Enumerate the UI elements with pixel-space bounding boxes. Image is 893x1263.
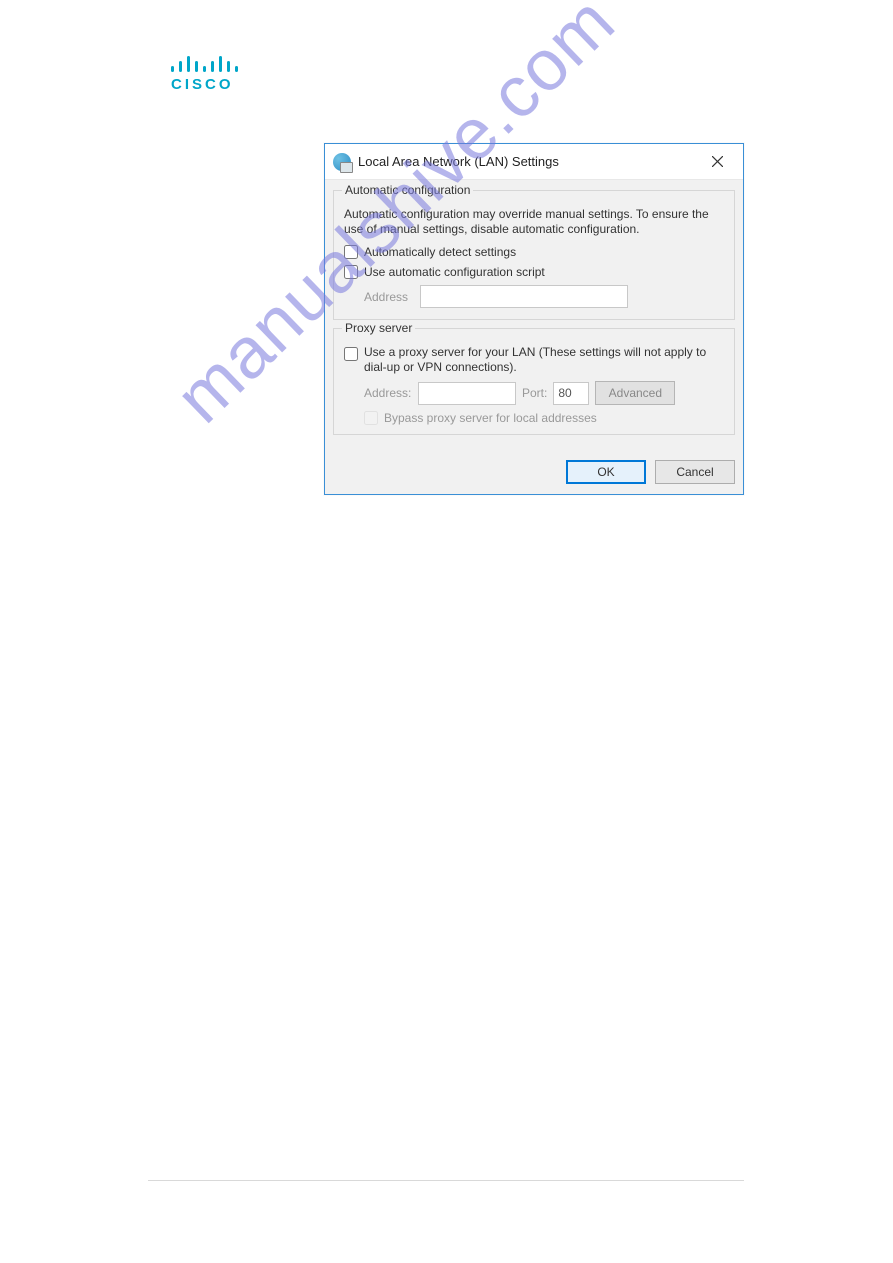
proxy-address-label: Address:	[364, 386, 412, 400]
dialog-button-bar: OK Cancel	[325, 451, 743, 494]
automatic-configuration-group: Automatic configuration Automatic config…	[333, 190, 735, 320]
proxy-port-input[interactable]	[553, 382, 589, 405]
script-address-input[interactable]	[420, 285, 628, 308]
bypass-local-checkbox[interactable]	[364, 411, 378, 425]
cisco-logo: CISCO	[171, 56, 238, 93]
close-button[interactable]	[697, 148, 737, 176]
ok-button[interactable]: OK	[566, 460, 646, 484]
footer-divider	[148, 1180, 744, 1181]
proxy-legend: Proxy server	[342, 321, 415, 335]
advanced-button[interactable]: Advanced	[595, 381, 675, 405]
script-address-label: Address	[364, 290, 412, 304]
use-proxy-label[interactable]: Use a proxy server for your LAN (These s…	[364, 345, 724, 375]
proxy-server-group: Proxy server Use a proxy server for your…	[333, 328, 735, 435]
proxy-port-label: Port:	[522, 386, 547, 400]
autoconfig-description: Automatic configuration may override man…	[344, 207, 724, 237]
autoconfig-legend: Automatic configuration	[342, 183, 473, 197]
use-proxy-checkbox[interactable]	[344, 347, 358, 361]
proxy-address-input[interactable]	[418, 382, 516, 405]
use-script-checkbox[interactable]	[344, 265, 358, 279]
cancel-button[interactable]: Cancel	[655, 460, 735, 484]
close-icon	[712, 156, 723, 167]
lan-settings-dialog: Local Area Network (LAN) Settings Automa…	[324, 143, 744, 495]
cisco-brand: CISCO	[171, 76, 238, 93]
globe-settings-icon	[333, 153, 351, 171]
bypass-local-label: Bypass proxy server for local addresses	[384, 411, 597, 425]
cisco-bars-icon	[171, 56, 238, 72]
use-script-label[interactable]: Use automatic configuration script	[364, 265, 545, 279]
dialog-title: Local Area Network (LAN) Settings	[358, 154, 559, 169]
dialog-titlebar: Local Area Network (LAN) Settings	[325, 144, 743, 180]
auto-detect-label[interactable]: Automatically detect settings	[364, 245, 516, 259]
auto-detect-checkbox[interactable]	[344, 245, 358, 259]
